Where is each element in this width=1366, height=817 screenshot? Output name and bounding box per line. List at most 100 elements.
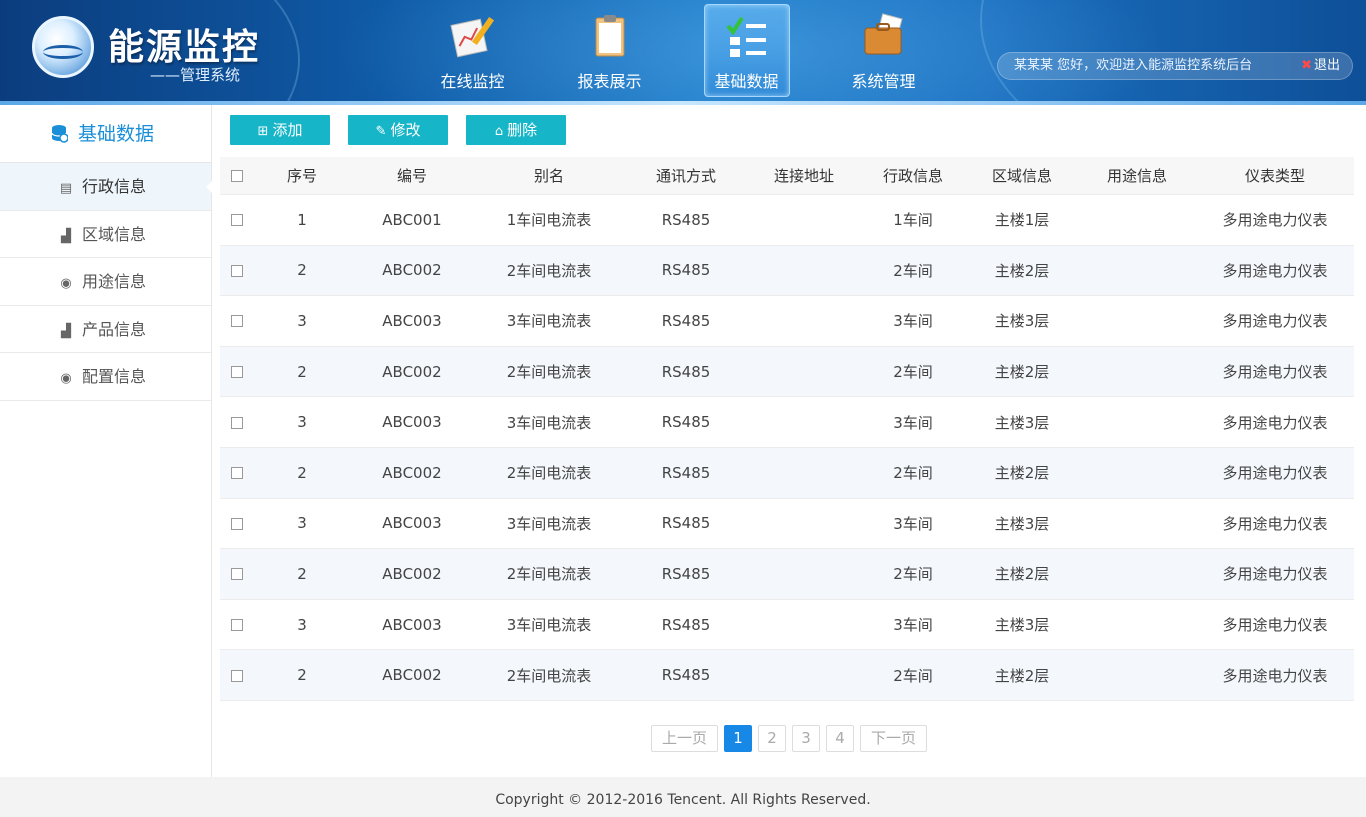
checkbox-icon [231,568,243,581]
alias-cell: 3车间电流表 [506,616,592,635]
admin-cell: 2车间 [893,261,933,280]
column-header: 别名 [533,167,564,185]
alias-cell: 2车间电流表 [506,261,592,280]
checkbox-icon [231,467,243,480]
checkbox-icon [231,214,243,227]
table-row[interactable]: 1 ABC001 1车间电流表 RS485 1车间 主楼1层 多用途电力仪表 [220,195,1354,246]
sidebar-item-admin-info[interactable]: ▤ 行政信息 [0,163,212,211]
comm-cell: RS485 [661,261,711,280]
prev-page-button[interactable]: 上一页 [651,725,718,752]
seq-cell: 2 [297,564,307,583]
footer: Copyright © 2012-2016 Tencent. All Right… [0,777,1366,817]
logout-label: 退出 [1313,58,1340,73]
edit-button[interactable]: ✎ 修改 [348,115,448,145]
sidebar: 基础数据 ▤ 行政信息 ▟ 区域信息 ◉ 用途信息 ▟ 产品信息 ◉ 配置信息 [0,105,212,777]
nav-item-reports[interactable]: 报表展示 [541,0,678,100]
page-button[interactable]: 2 [758,725,786,752]
table-body: 1 ABC001 1车间电流表 RS485 1车间 主楼1层 多用途电力仪表 2 ABC002 2… [220,195,1354,701]
admin-cell: 1车间 [893,211,933,230]
nav-item-basic-data[interactable]: 基础数据 [678,0,815,100]
row-checkbox[interactable] [220,261,254,279]
logout-button[interactable]: ✖ 退出 [1301,53,1340,79]
seq-cell: 3 [297,615,307,634]
checkbox-icon [231,315,243,328]
region-cell: 主楼2层 [994,464,1050,483]
list-icon: ▤ [59,181,73,196]
row-checkbox[interactable] [220,666,254,684]
sidebar-title: 基础数据 [0,105,211,163]
alias-cell: 2车间电流表 [506,565,592,584]
type-cell: 多用途电力仪表 [1222,514,1328,533]
delete-button[interactable]: ⌂ 删除 [466,115,566,145]
region-cell: 主楼2层 [994,363,1050,382]
clipboard-icon [595,15,624,57]
code-cell: ABC003 [382,514,442,533]
add-button[interactable]: ⊞ 添加 [230,115,330,145]
table-row[interactable]: 3 ABC003 3车间电流表 RS485 3车间 主楼3层 多用途电力仪表 [220,600,1354,651]
table-row[interactable]: 2 ABC002 2车间电流表 RS485 2车间 主楼2层 多用途电力仪表 [220,447,1354,499]
seq-cell: 2 [297,463,307,482]
type-cell: 多用途电力仪表 [1222,565,1328,584]
next-page-button[interactable]: 下一页 [860,725,927,752]
region-cell: 主楼3层 [994,616,1050,635]
select-all-checkbox[interactable] [220,167,254,185]
column-header: 通讯方式 [655,167,716,185]
region-cell: 主楼2层 [994,261,1050,280]
type-cell: 多用途电力仪表 [1222,666,1328,685]
comm-cell: RS485 [661,210,711,229]
row-checkbox[interactable] [220,363,254,381]
table-row[interactable]: 2 ABC002 2车间电流表 RS485 2车间 主楼2层 多用途电力仪表 [220,245,1354,297]
seq-cell: 1 [297,210,307,229]
table-row[interactable]: 3 ABC003 3车间电流表 RS485 3车间 主楼3层 多用途电力仪表 [220,296,1354,347]
page-button[interactable]: 4 [826,725,854,752]
table-row[interactable]: 2 ABC002 2车间电流表 RS485 2车间 主楼2层 多用途电力仪表 [220,650,1354,701]
sidebar-item-label: 用途信息 [82,272,147,291]
column-header: 行政信息 [882,167,943,185]
edit-icon: ✎ [375,124,387,139]
edit-button-label: 修改 [390,121,421,139]
checklist-icon [725,16,766,57]
alias-cell: 2车间电流表 [506,363,592,382]
table-row[interactable]: 3 ABC003 3车间电流表 RS485 3车间 主楼3层 多用途电力仪表 [220,397,1354,448]
table-row[interactable]: 2 ABC002 2车间电流表 RS485 2车间 主楼2层 多用途电力仪表 [220,346,1354,398]
code-cell: ABC002 [382,362,442,381]
alias-cell: 3车间电流表 [506,312,592,331]
header: 能源监控 ——管理系统 在线监控 报表展示 基础数据 系统管理 某某某 您好，欢… [0,0,1366,105]
nav-item-online-monitor[interactable]: 在线监控 [404,0,541,100]
code-cell: ABC001 [382,210,442,229]
table-header-row: 序号 编号 别名 通讯方式 连接地址 行政信息 区域信息 用途信息 仪表类型 [220,157,1354,195]
code-cell: ABC002 [382,666,442,685]
sidebar-item-region-info[interactable]: ▟ 区域信息 [0,211,211,258]
sidebar-item-product-info[interactable]: ▟ 产品信息 [0,306,211,353]
row-checkbox[interactable] [220,616,254,634]
delete-button-label: 删除 [507,121,538,139]
sidebar-title-label: 基础数据 [78,123,155,145]
comm-cell: RS485 [661,362,711,381]
column-header: 用途信息 [1106,167,1167,185]
row-checkbox[interactable] [220,464,254,482]
page-button[interactable]: 3 [792,725,820,752]
table-row[interactable]: 2 ABC002 2车间电流表 RS485 2车间 主楼2层 多用途电力仪表 [220,549,1354,600]
eye-icon: ◉ [60,276,72,291]
row-checkbox[interactable] [220,413,254,431]
sidebar-item-usage-info[interactable]: ◉ 用途信息 [0,258,211,306]
table-row[interactable]: 3 ABC003 3车间电流表 RS485 3车间 主楼3层 多用途电力仪表 [220,499,1354,550]
type-cell: 多用途电力仪表 [1222,363,1328,382]
code-cell: ABC003 [382,413,442,432]
row-checkbox[interactable] [220,514,254,532]
region-cell: 主楼2层 [994,565,1050,584]
nav-item-system-manage[interactable]: 系统管理 [815,0,952,100]
admin-cell: 2车间 [893,666,933,685]
row-checkbox[interactable] [220,211,254,229]
checkbox-icon [231,517,243,530]
checkbox-icon [231,366,243,379]
comm-cell: RS485 [661,666,711,685]
row-checkbox[interactable] [220,312,254,330]
page-button[interactable]: 1 [724,725,752,752]
admin-cell: 2车间 [893,464,933,483]
app-title: 能源监控 [108,27,261,68]
row-checkbox[interactable] [220,565,254,583]
pagination: 上一页 1 2 3 4 下一页 [651,725,927,752]
admin-cell: 2车间 [893,363,933,382]
sidebar-item-config-info[interactable]: ◉ 配置信息 [0,353,211,401]
